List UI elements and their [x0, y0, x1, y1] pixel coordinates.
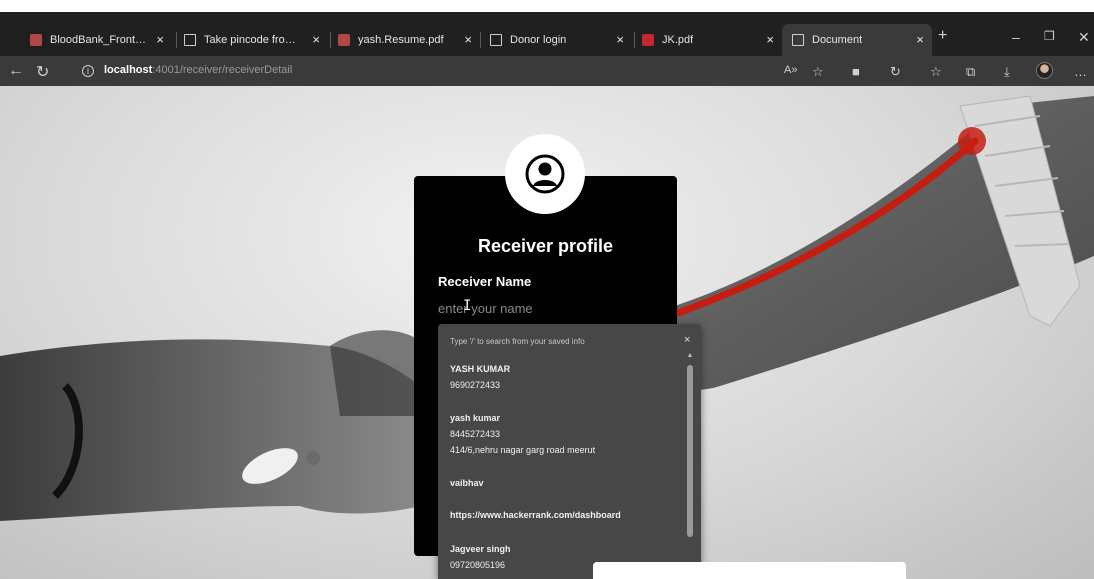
tab-title: JK.pdf [662, 34, 694, 46]
autofill-item-name: https://www.hackerrank.com/dashboard [450, 510, 621, 520]
close-icon[interactable]: × [312, 33, 320, 46]
tab-separator [480, 32, 481, 48]
favorite-add-icon[interactable]: ☆ [812, 64, 824, 80]
read-aloud-icon[interactable]: A» [784, 64, 797, 76]
text-cursor-icon: I [463, 298, 472, 314]
autofill-item-name: Jagveer singh [450, 544, 511, 554]
url-host: localhost [104, 64, 153, 76]
site-icon [30, 34, 42, 46]
collections-icon[interactable]: ⧉ [966, 64, 975, 80]
restore-icon[interactable]: ❐ [1044, 29, 1055, 43]
tab-title: BloodBank_Frontend [50, 34, 150, 46]
page-icon [184, 34, 196, 46]
tab-separator [176, 32, 177, 48]
browser-tab-bar: BloodBank_Frontend × Take pincode from t… [0, 0, 1094, 56]
info-icon[interactable]: i [82, 65, 94, 77]
page-icon [490, 34, 502, 46]
tab-bloodbank-frontend[interactable]: BloodBank_Frontend × [30, 24, 172, 56]
autofill-item-name: vaibhav [450, 478, 484, 488]
close-icon[interactable]: × [684, 334, 690, 346]
autofill-item[interactable]: YASH KUMAR 9690272433 [450, 361, 510, 393]
tab-title: Donor login [510, 34, 567, 46]
autofill-item-detail: 09720805196 [450, 560, 506, 570]
close-icon[interactable]: × [616, 33, 624, 46]
pdf-icon [642, 34, 654, 46]
tab-separator [634, 32, 635, 48]
favorites-icon[interactable]: ☆ [930, 64, 942, 80]
profile-avatar [505, 134, 585, 214]
close-icon[interactable]: × [766, 33, 774, 46]
tab-jk-pdf[interactable]: JK.pdf × [642, 24, 782, 56]
tab-take-pincode[interactable]: Take pincode from the × [184, 24, 328, 56]
page-title: Receiver profile [477, 236, 614, 256]
tab-document[interactable]: Document × [782, 24, 932, 56]
tab-donor-login[interactable]: Donor login × [490, 24, 632, 56]
more-menu-icon[interactable]: … [1074, 64, 1087, 79]
autofill-dropdown: Type '/' to search from your saved info … [438, 324, 701, 579]
autofill-item[interactable]: https://www.hackerrank.com/dashboard [450, 507, 621, 523]
refresh-icon[interactable]: ↻ [36, 62, 49, 82]
autofill-item-detail: 8445272433 [450, 429, 501, 439]
tab-title: yash.Resume.pdf [358, 34, 444, 46]
autofill-hint: Type '/' to search from your saved info [450, 337, 585, 346]
close-icon[interactable]: × [156, 33, 164, 46]
autofill-item[interactable]: vaibhav [450, 475, 484, 491]
minimize-icon[interactable]: – [1012, 29, 1020, 45]
downloads-icon[interactable]: ⤓ [1004, 64, 1010, 80]
scrollbar-thumb[interactable] [687, 365, 693, 537]
tab-title: Take pincode from the [204, 34, 302, 46]
overlay-panel [593, 562, 906, 579]
close-icon[interactable]: × [916, 33, 924, 46]
tab-separator [330, 32, 331, 48]
autofill-scrollbar[interactable]: ▲ [686, 352, 694, 579]
address-bar: ← ↻ i localhost:4001/receiver/receiverDe… [0, 56, 1094, 86]
close-window-icon[interactable]: ✕ [1078, 29, 1090, 46]
receiver-name-label: Receiver Name [438, 274, 532, 289]
refresh-extension-icon[interactable]: ↻ [890, 64, 901, 80]
new-tab-button[interactable]: + [938, 27, 947, 45]
autofill-item[interactable]: Jagveer singh 09720805196 [450, 541, 511, 573]
autofill-item-name: yash kumar [450, 413, 501, 423]
close-icon[interactable]: × [464, 33, 472, 46]
tab-yash-resume[interactable]: yash.Resume.pdf × [338, 24, 480, 56]
autofill-item-detail: 9690272433 [450, 380, 501, 390]
extension-icon[interactable]: ■ [852, 64, 860, 79]
page-icon [792, 34, 804, 46]
user-circle-icon [525, 154, 565, 194]
site-icon [338, 34, 350, 46]
window-top-strip [0, 0, 1094, 12]
url-path: :4001/receiver/receiverDetail [152, 64, 293, 76]
back-icon[interactable]: ← [8, 62, 24, 80]
url-field[interactable]: localhost:4001/receiver/receiverDetail [104, 64, 292, 76]
autofill-item[interactable]: yash kumar 8445272433 414/6,nehru nagar … [450, 410, 595, 458]
scroll-up-icon[interactable]: ▲ [686, 352, 694, 359]
profile-avatar-icon[interactable] [1036, 62, 1053, 79]
autofill-item-detail: 414/6,nehru nagar garg road meerut [450, 445, 596, 455]
autofill-item-name: YASH KUMAR [450, 364, 511, 374]
tab-title: Document [812, 34, 863, 46]
